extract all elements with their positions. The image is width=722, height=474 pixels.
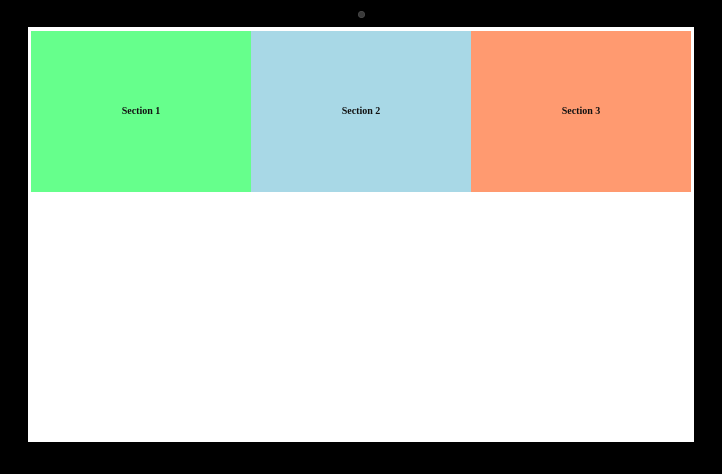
section-2-label: Section 2 xyxy=(341,106,381,117)
section-3-label: Section 3 xyxy=(561,106,601,117)
section-3: Section 3 xyxy=(471,31,691,192)
tablet-device: Section 1 Section 2 Section 3 xyxy=(0,0,722,474)
section-2: Section 2 xyxy=(251,31,471,192)
section-1-label: Section 1 xyxy=(121,106,161,117)
screen: Section 1 Section 2 Section 3 xyxy=(28,27,694,442)
sections-row: Section 1 Section 2 Section 3 xyxy=(31,31,691,192)
section-1: Section 1 xyxy=(31,31,251,192)
camera-dot xyxy=(358,11,365,18)
